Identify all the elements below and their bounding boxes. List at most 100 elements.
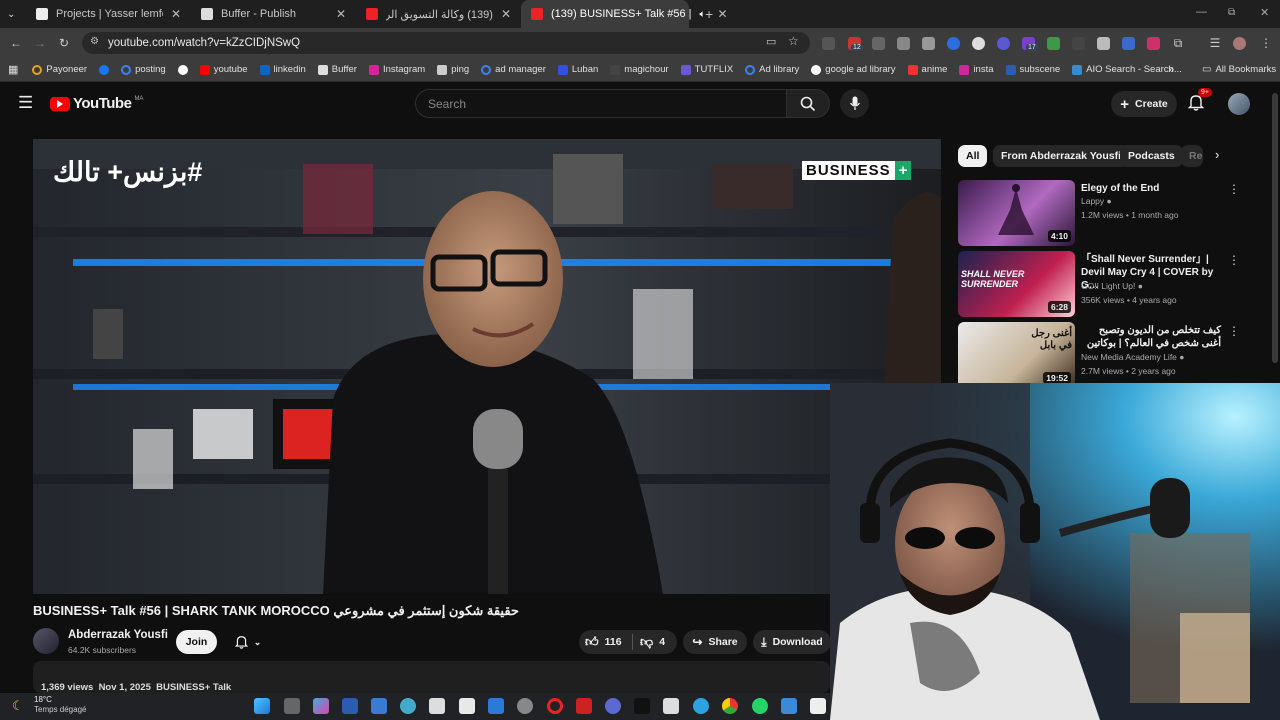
new-tab-button[interactable]: +: [705, 6, 713, 22]
tiktok-icon[interactable]: [634, 698, 650, 714]
account-avatar[interactable]: [1228, 93, 1250, 115]
app-icon[interactable]: [663, 698, 679, 714]
back-icon[interactable]: ←: [8, 35, 24, 51]
chip-related[interactable]: Re: [1181, 145, 1203, 167]
search-button[interactable]: [786, 89, 830, 118]
mail-icon[interactable]: [488, 698, 504, 714]
photos-icon[interactable]: [781, 698, 797, 714]
chip-podcasts[interactable]: Podcasts: [1120, 145, 1183, 167]
telegram-icon[interactable]: [693, 698, 709, 714]
bookmark-instagram[interactable]: Instagram: [368, 64, 425, 75]
join-button[interactable]: Join: [176, 630, 217, 654]
subscribe-bell-button[interactable]: ⌄: [225, 630, 271, 654]
notion-icon[interactable]: [810, 698, 826, 714]
close-icon[interactable]: ✕: [718, 7, 728, 21]
tab-projects[interactable]: Projects | Yasser lemfeddel's W… ✕: [26, 0, 191, 28]
bookmark-magichour[interactable]: magichour: [610, 64, 669, 75]
copilot-icon[interactable]: [313, 698, 329, 714]
profile-avatar[interactable]: [1233, 37, 1246, 50]
forward-icon[interactable]: →: [32, 35, 48, 51]
extension-icon[interactable]: [1047, 37, 1060, 50]
whatsapp-icon[interactable]: [752, 698, 768, 714]
channel-avatar[interactable]: [33, 628, 59, 654]
bookmark-ping[interactable]: ping: [437, 64, 469, 75]
channel-name[interactable]: Abderrazak Yousfi: [68, 629, 168, 641]
reload-icon[interactable]: ↻: [56, 35, 72, 51]
youtube-logo[interactable]: YouTube MA: [50, 95, 143, 112]
extension-icon[interactable]: [1147, 37, 1160, 50]
more-options-icon[interactable]: ⋮: [1228, 324, 1240, 338]
extension-icon[interactable]: [1122, 37, 1135, 50]
bookmark-ad-manager[interactable]: ad manager: [481, 64, 546, 75]
like-button[interactable]: 👍︎ 116: [585, 634, 622, 650]
bookmark-posting[interactable]: posting: [121, 64, 166, 75]
extension-icon[interactable]: [872, 37, 885, 50]
menu-kebab-icon[interactable]: ⋮: [1258, 35, 1274, 51]
bookmark-google[interactable]: [177, 64, 188, 75]
close-icon[interactable]: ✕: [501, 7, 511, 21]
bookmark-subscene[interactable]: subscene: [1005, 64, 1060, 75]
extension-icon[interactable]: [1072, 37, 1085, 50]
chevron-right-icon[interactable]: ›: [1215, 147, 1219, 162]
opera-icon[interactable]: [547, 698, 563, 714]
bookmark-youtube[interactable]: youtube: [199, 64, 248, 75]
more-options-icon[interactable]: ⋮: [1228, 182, 1240, 196]
create-button[interactable]: + Create: [1111, 91, 1177, 117]
bookmark-anime[interactable]: anime: [907, 64, 947, 75]
tab-agency-video[interactable]: (139) وكالة التسويق الرقمي كيف… ✕: [356, 0, 521, 28]
app-icon[interactable]: [429, 698, 445, 714]
app-icon[interactable]: [342, 698, 358, 714]
puzzle-icon[interactable]: ⧉: [1170, 35, 1186, 51]
sidebar-icon[interactable]: ☰: [1207, 35, 1223, 51]
download-button[interactable]: ⤓ Download: [753, 630, 831, 654]
extension-icon[interactable]: [1097, 37, 1110, 50]
apps-grid-icon[interactable]: ▦: [8, 63, 18, 76]
app-icon[interactable]: [400, 698, 416, 714]
more-options-icon[interactable]: ⋮: [1228, 253, 1240, 267]
notifications-button[interactable]: 9+: [1187, 88, 1212, 116]
chip-from-channel[interactable]: From Abderrazak Yousfi: [993, 145, 1130, 167]
extension-icon[interactable]: [947, 37, 960, 50]
bookmark-google-ad-library[interactable]: google ad library: [811, 64, 896, 75]
cast-icon[interactable]: ▭: [766, 35, 776, 48]
video-player[interactable]: #بزنس+ تالك BUSINESS +: [33, 139, 941, 594]
voice-search-button[interactable]: [840, 89, 869, 118]
bookmarks-overflow-icon[interactable]: »: [1168, 64, 1174, 76]
settings-icon[interactable]: [517, 698, 533, 714]
search-input[interactable]: Search: [415, 89, 787, 118]
extension-icon[interactable]: [897, 37, 910, 50]
hamburger-menu-icon[interactable]: ☰: [18, 93, 33, 113]
bookmark-luban[interactable]: Luban: [557, 64, 598, 75]
close-icon[interactable]: ✕: [336, 7, 346, 21]
extension-icon[interactable]: [822, 37, 835, 50]
recommendation-item[interactable]: أغنى رجل في بابل 19:52 كيف تتخلص من الدي…: [958, 322, 1258, 388]
bookmark-payoneer[interactable]: Payoneer: [32, 64, 87, 75]
dislike-button[interactable]: 👎︎ 4: [640, 634, 665, 650]
address-bar[interactable]: ⚙ youtube.com/watch?v=kZzCIDjNSwQ ▭ ☆: [82, 32, 810, 54]
bookmark-star-icon[interactable]: ☆: [788, 34, 799, 48]
bookmark-linkedin[interactable]: linkedin: [259, 64, 306, 75]
app-icon[interactable]: [605, 698, 621, 714]
scrollbar[interactable]: [1272, 93, 1278, 363]
description-box[interactable]: 1,369 views Nov 1, 2025 BUSINESS+ Talk: [33, 661, 830, 693]
task-view-icon[interactable]: [284, 698, 300, 714]
chrome-icon[interactable]: [722, 698, 738, 714]
bookmark-tutflix[interactable]: TUTFLIX: [680, 64, 733, 75]
chip-all[interactable]: All: [958, 145, 988, 167]
bookmark-aio-search[interactable]: AIO Search - Search...: [1072, 64, 1182, 75]
share-button[interactable]: ↪ Share: [683, 630, 747, 654]
app-icon[interactable]: [576, 698, 592, 714]
all-bookmarks[interactable]: ▭ All Bookmarks: [1202, 64, 1276, 75]
extension-icon[interactable]: [997, 37, 1010, 50]
close-icon[interactable]: ✕: [171, 7, 181, 21]
windows-start-icon[interactable]: [254, 698, 270, 714]
tab-search-button[interactable]: ⌄: [0, 0, 26, 28]
maximize-button[interactable]: ⧉: [1228, 7, 1235, 18]
audio-icon[interactable]: 🔈︎: [700, 9, 706, 20]
recommendation-item[interactable]: SHALL NEVER SURRENDER 6:28 「Shall Never …: [958, 251, 1258, 317]
tab-business-talk[interactable]: (139) BUSINESS+ Talk #56 | 🔈︎ ✕: [521, 0, 728, 28]
bookmark-ad-library[interactable]: Ad library: [745, 64, 799, 75]
site-info-icon[interactable]: ⚙: [90, 36, 99, 47]
extension-icon[interactable]: [922, 37, 935, 50]
bookmark-insta[interactable]: insta: [959, 64, 994, 75]
